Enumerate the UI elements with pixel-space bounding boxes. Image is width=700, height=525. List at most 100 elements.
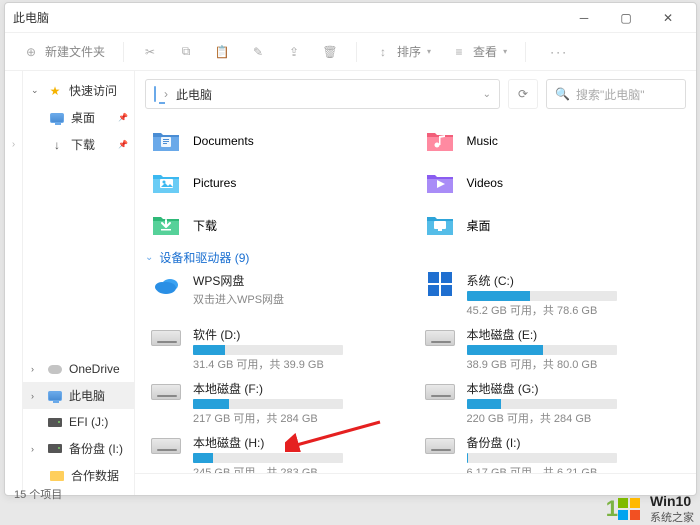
sidebar-backup-drive[interactable]: › 备份盘 (I:) — [23, 435, 134, 462]
drive-usage-bar — [467, 399, 617, 409]
drive-usage-bar — [193, 399, 343, 409]
drive-item[interactable]: 本地磁盘 (H:)245 GB 可用，共 283 GB — [147, 432, 411, 473]
drive-icon — [149, 434, 183, 458]
sort-label: 排序 — [397, 43, 421, 60]
drive-usage-bar — [467, 291, 617, 301]
drive-usage-bar — [467, 345, 617, 355]
divider — [123, 42, 124, 62]
windows-logo-icon — [618, 498, 640, 520]
status-item-count: 15 个项目 — [14, 486, 62, 502]
sort-button[interactable]: ↕ 排序 ▾ — [367, 39, 439, 64]
drive-item[interactable]: 本地磁盘 (E:)38.9 GB 可用，共 80.0 GB — [421, 324, 685, 374]
drive-item[interactable]: 本地磁盘 (F:)217 GB 可用，共 284 GB — [147, 378, 411, 428]
library-folder-videos[interactable]: Videos — [421, 165, 685, 201]
maximize-button[interactable]: ▢ — [606, 4, 646, 32]
drive-item[interactable]: 本地磁盘 (G:)220 GB 可用，共 284 GB — [421, 378, 685, 428]
divider — [356, 42, 357, 62]
new-folder-icon: ⊕ — [23, 44, 39, 60]
drive-name: 本地磁盘 (E:) — [467, 326, 683, 343]
chevron-right-icon: › — [31, 391, 41, 401]
chevron-down-icon: ⌄ — [483, 89, 491, 100]
drive-item[interactable]: 系统 (C:) 45.2 GB 可用，共 78.6 GB — [421, 270, 685, 320]
address-bar[interactable]: › 此电脑 ⌄ — [145, 79, 500, 109]
sidebar-desktop[interactable]: 桌面 📌 — [23, 104, 134, 131]
library-folder-downloads[interactable]: 下载 — [147, 207, 411, 243]
more-button[interactable]: ··· — [542, 41, 576, 63]
library-label: Pictures — [193, 176, 236, 190]
chevron-right-icon: › — [31, 444, 41, 454]
sidebar-downloads[interactable]: ↓ 下载 📌 — [23, 131, 134, 158]
drive-usage-bar — [193, 345, 343, 355]
sidebar-label: 合作数据 — [71, 467, 119, 484]
sidebar-efi-drive[interactable]: EFI (J:) — [23, 409, 134, 435]
copy-icon: ⧉ — [178, 44, 194, 60]
copy-button[interactable]: ⧉ — [170, 40, 202, 64]
sidebar-coop-folder[interactable]: 合作数据 — [23, 462, 134, 489]
drive-subtitle: 31.4 GB 可用，共 39.9 GB — [193, 356, 409, 372]
brand-line2: 系统之家 — [650, 509, 694, 525]
sidebar-quick-access[interactable]: ⌄ ★ 快速访问 — [23, 77, 134, 104]
paste-button[interactable]: 📋 — [206, 40, 238, 64]
sidebar-label: 快速访问 — [69, 82, 117, 99]
sidebar-onedrive[interactable]: › OneDrive — [23, 356, 134, 382]
window-title: 此电脑 — [13, 9, 49, 26]
drive-subtitle: 双击进入WPS网盘 — [193, 291, 409, 307]
refresh-icon: ⟳ — [518, 87, 528, 101]
drive-subtitle: 45.2 GB 可用，共 78.6 GB — [467, 302, 683, 318]
toolbar: ⊕ 新建文件夹 ✂ ⧉ 📋 ✎ ⇪ 🗑 ↕ 排序 ▾ ≡ 查看 ▾ ··· — [5, 33, 696, 71]
onedrive-icon — [47, 361, 63, 377]
view-icon: ≡ — [451, 44, 467, 60]
library-label: Documents — [193, 134, 254, 148]
drive-item[interactable]: WPS网盘双击进入WPS网盘 — [147, 270, 411, 320]
main-panel: › 此电脑 ⌄ ⟳ 🔍 搜索"此电脑" Documents Music Pictur… — [135, 71, 696, 495]
refresh-button[interactable]: ⟳ — [508, 79, 538, 109]
watermark-brand: 1 Win10 系统之家 — [0, 493, 700, 525]
this-pc-icon — [154, 87, 156, 101]
downloads-icon: ↓ — [49, 137, 65, 153]
search-icon: 🔍 — [555, 87, 570, 101]
library-folder-desktop[interactable]: 桌面 — [421, 207, 685, 243]
sidebar-label: 此电脑 — [69, 387, 105, 404]
rename-icon: ✎ — [250, 44, 266, 60]
library-folder-docs[interactable]: Documents — [147, 123, 411, 159]
docs-folder-icon — [149, 127, 183, 155]
chevron-down-icon: ▾ — [427, 47, 431, 56]
sidebar-this-pc[interactable]: › 此电脑 — [23, 382, 134, 409]
drive-name: 软件 (D:) — [193, 326, 409, 343]
drive-usage-bar — [193, 453, 343, 463]
divider — [525, 42, 526, 62]
drive-icon — [47, 441, 63, 457]
drive-icon — [423, 434, 457, 458]
paste-icon: 📋 — [214, 44, 230, 60]
drive-subtitle: 245 GB 可用，共 283 GB — [193, 464, 409, 473]
library-folder-pictures[interactable]: Pictures — [147, 165, 411, 201]
new-folder-label: 新建文件夹 — [45, 43, 105, 60]
this-pc-icon — [47, 388, 63, 404]
drive-name: 系统 (C:) — [467, 272, 683, 289]
section-devices-drives[interactable]: ⌄ 设备和驱动器 (9) — [145, 249, 684, 266]
cut-button[interactable]: ✂ — [134, 40, 166, 64]
share-button[interactable]: ⇪ — [278, 40, 310, 64]
close-button[interactable]: ✕ — [648, 4, 688, 32]
search-input[interactable]: 🔍 搜索"此电脑" — [546, 79, 686, 109]
library-label: 桌面 — [467, 217, 491, 234]
minimize-button[interactable]: ─ — [564, 4, 604, 32]
share-icon: ⇪ — [286, 44, 302, 60]
sidebar-label: 下载 — [71, 136, 95, 153]
drive-icon — [423, 272, 457, 296]
drive-icon — [149, 272, 183, 296]
pictures-folder-icon — [149, 169, 183, 197]
nav-forward-icon[interactable]: › — [12, 139, 15, 150]
music-folder-icon — [423, 127, 457, 155]
rename-button[interactable]: ✎ — [242, 40, 274, 64]
downloads-folder-icon — [149, 211, 183, 239]
delete-button[interactable]: 🗑 — [314, 40, 346, 64]
new-folder-button[interactable]: ⊕ 新建文件夹 — [15, 39, 113, 64]
drive-item[interactable]: 备份盘 (I:)6.17 GB 可用，共 6.21 GB — [421, 432, 685, 473]
titlebar: 此电脑 ─ ▢ ✕ — [5, 3, 696, 33]
drive-item[interactable]: 软件 (D:) 31.4 GB 可用，共 39.9 GB — [147, 324, 411, 374]
view-button[interactable]: ≡ 查看 ▾ — [443, 39, 515, 64]
library-folder-music[interactable]: Music — [421, 123, 685, 159]
chevron-down-icon: ⌄ — [145, 252, 153, 263]
drive-subtitle: 217 GB 可用，共 284 GB — [193, 410, 409, 426]
